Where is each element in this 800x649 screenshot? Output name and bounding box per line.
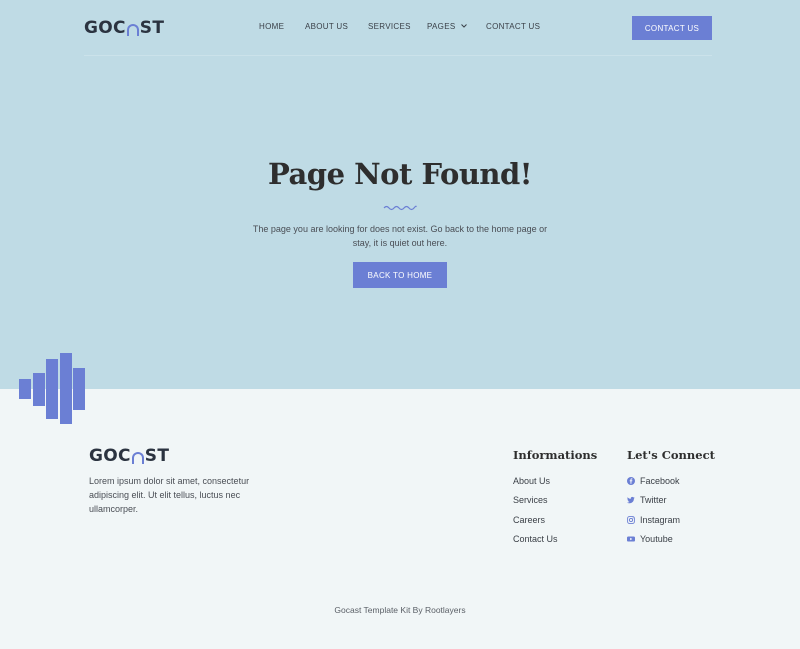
decorative-bar — [19, 379, 31, 399]
footer-logo[interactable]: GOC ST — [89, 446, 169, 466]
back-to-home-button[interactable]: BACK TO HOME — [353, 262, 447, 288]
header-contact-button[interactable]: CONTACT US — [632, 16, 712, 40]
twitter-icon — [627, 496, 635, 504]
footer-link-about[interactable]: About Us — [513, 476, 550, 486]
decorative-bar — [60, 353, 72, 424]
footer-link-careers[interactable]: Careers — [513, 515, 545, 525]
wave-divider-icon — [383, 205, 417, 211]
social-label: Facebook — [640, 476, 680, 486]
page-description: The page you are looking for does not ex… — [252, 224, 548, 248]
social-label: Instagram — [640, 515, 681, 525]
logo-text-right: ST — [139, 18, 165, 38]
chevron-down-icon — [461, 23, 468, 30]
footer-link-services[interactable]: Services — [513, 495, 548, 505]
decorative-bar — [46, 359, 58, 419]
footer-description: Lorem ipsum dolor sit amet, consectetur … — [89, 476, 250, 514]
header-divider — [84, 55, 712, 56]
nav-home[interactable]: HOME — [259, 22, 284, 31]
social-twitter[interactable]: Twitter — [627, 495, 667, 505]
logo-text-right: ST — [144, 446, 170, 466]
decorative-bar — [73, 368, 85, 410]
logo-text-left: GOC — [84, 18, 126, 38]
logo-arch-icon — [126, 24, 139, 36]
nav-services[interactable]: SERVICES — [368, 22, 418, 31]
hero-section: GOC ST HOME ABOUT US SERVICES PAGES CONTA… — [0, 0, 800, 389]
page-title: Page Not Found! — [267, 157, 533, 191]
social-youtube[interactable]: Youtube — [627, 534, 673, 544]
nav-pages[interactable]: PAGES — [427, 22, 477, 31]
instagram-icon — [627, 516, 635, 524]
social-instagram[interactable]: Instagram — [627, 515, 680, 525]
social-label: Twitter — [640, 495, 667, 505]
nav-contact[interactable]: CONTACT US — [486, 22, 556, 31]
social-facebook[interactable]: Facebook — [627, 476, 680, 486]
decorative-bar — [33, 373, 45, 406]
nav-about[interactable]: ABOUT US — [305, 22, 365, 31]
copyright-text: Gocast Template Kit By Rootlayers — [334, 605, 466, 615]
header-logo[interactable]: GOC ST — [84, 18, 164, 38]
youtube-icon — [627, 535, 635, 543]
social-label: Youtube — [640, 534, 673, 544]
connect-title: Let's Connect — [627, 448, 715, 462]
logo-text-left: GOC — [89, 446, 131, 466]
informations-title: Informations — [513, 448, 598, 462]
logo-arch-icon — [131, 452, 144, 464]
facebook-icon — [627, 477, 635, 485]
footer-link-contact[interactable]: Contact Us — [513, 534, 558, 544]
